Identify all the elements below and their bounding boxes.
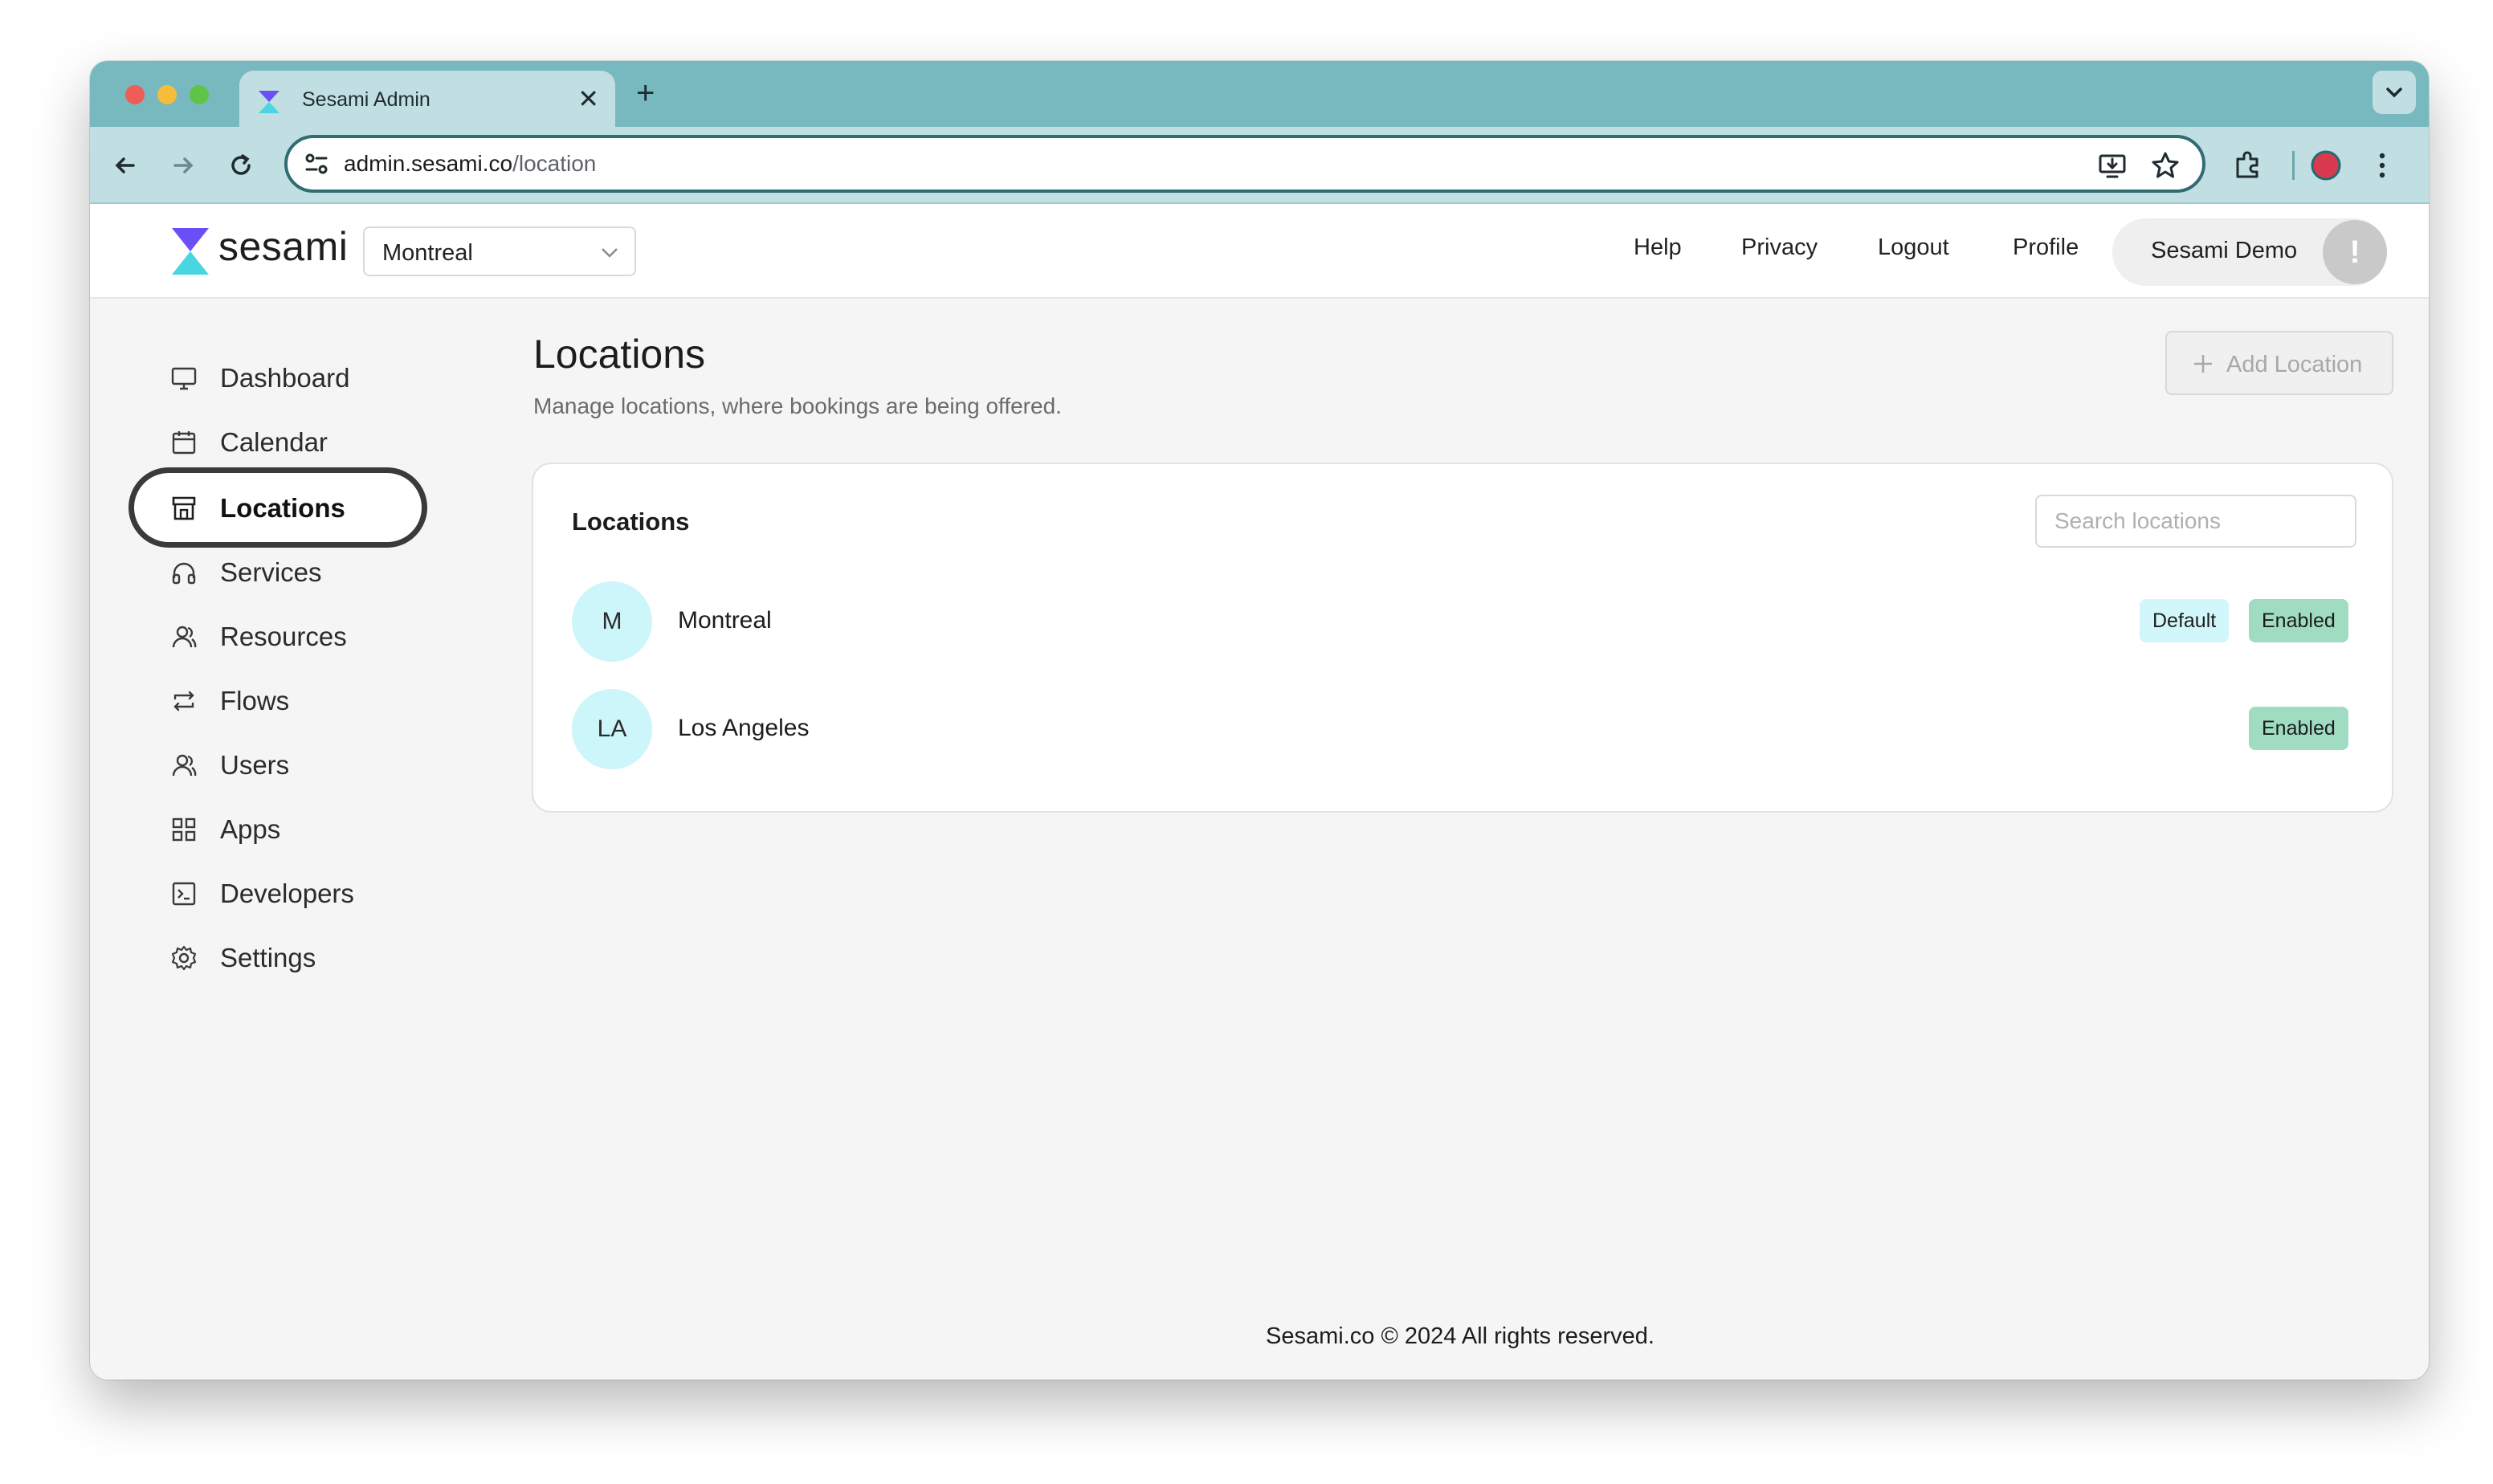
page-title: Locations <box>533 332 706 377</box>
locations-card: Locations M Montreal Default Enabled LA … <box>532 463 2393 813</box>
location-selector[interactable]: Montreal <box>363 226 636 276</box>
app-header: sesami Montreal Help Privacy Logout Prof… <box>90 204 2429 299</box>
location-name[interactable]: Montreal <box>678 607 772 634</box>
browser-menu-icon[interactable] <box>2364 148 2400 183</box>
search-input[interactable] <box>2035 495 2356 548</box>
sidebar-item-label: Developers <box>220 879 354 908</box>
sidebar-item-label: Settings <box>220 943 316 972</box>
card-title: Locations <box>572 508 690 536</box>
forward-arrow-icon[interactable] <box>167 149 199 181</box>
profile-link[interactable]: Profile <box>2013 234 2079 261</box>
chevron-down-icon <box>2386 88 2402 98</box>
repeat-icon <box>173 691 194 711</box>
site-info-icon[interactable] <box>300 148 333 180</box>
bookmark-star-icon[interactable] <box>2149 149 2181 181</box>
user-menu[interactable]: Sesami Demo ! <box>2112 218 2387 286</box>
gear-icon <box>171 945 197 971</box>
sidebar-item-services[interactable]: Services <box>170 548 443 596</box>
profile-avatar-icon[interactable] <box>2308 148 2344 183</box>
browser-toolbar: admin.sesami.co/location <box>90 127 2429 204</box>
address-bar[interactable]: admin.sesami.co/location <box>284 135 2205 193</box>
help-link[interactable]: Help <box>1634 234 1682 261</box>
install-app-icon[interactable] <box>2096 149 2128 181</box>
back-arrow-icon[interactable] <box>109 149 141 181</box>
logout-link[interactable]: Logout <box>1878 234 1949 261</box>
enabled-badge: Enabled <box>2249 599 2348 642</box>
tab-close-icon[interactable]: ✕ <box>577 84 599 114</box>
sidebar-item-resources[interactable]: Resources <box>170 612 443 660</box>
close-window-button[interactable] <box>125 85 145 104</box>
chevron-down-icon <box>602 248 618 258</box>
add-location-button[interactable]: Add Location <box>2165 331 2393 395</box>
add-location-label: Add Location <box>2226 352 2363 377</box>
browser-tab-bar: Sesami Admin ✕ + <box>90 61 2429 127</box>
person-icon <box>172 626 197 648</box>
toolbar-separator <box>2292 151 2295 180</box>
sidebar-item-locations[interactable]: Locations <box>170 483 443 532</box>
headphones-icon <box>172 562 196 585</box>
plus-icon <box>2194 355 2212 373</box>
location-avatar: LA <box>572 689 652 769</box>
privacy-link[interactable]: Privacy <box>1741 234 1818 261</box>
monitor-icon <box>171 367 197 390</box>
page-subtitle: Manage locations, where bookings are bei… <box>533 393 1062 418</box>
tab-title: Sesami Admin <box>302 88 430 111</box>
sidebar-item-label: Dashboard <box>220 363 350 393</box>
user-name: Sesami Demo <box>2151 238 2298 263</box>
location-selector-value: Montreal <box>382 240 473 266</box>
sesami-favicon-icon <box>259 91 279 113</box>
sidebar-item-apps[interactable]: Apps <box>170 805 443 853</box>
sidebar-item-dashboard[interactable]: Dashboard <box>170 353 443 402</box>
sidebar-item-label: Locations <box>220 493 345 523</box>
default-badge: Default <box>2140 599 2230 642</box>
sidebar-item-label: Calendar <box>220 427 328 457</box>
store-icon <box>172 496 196 520</box>
tab-search-button[interactable] <box>2373 71 2416 114</box>
location-row-montreal[interactable]: M Montreal Default Enabled <box>572 581 2356 662</box>
sidebar-item-developers[interactable]: Developers <box>170 869 443 917</box>
terminal-icon <box>172 882 196 906</box>
calendar-icon <box>172 431 196 455</box>
location-name[interactable]: Los Angeles <box>678 715 809 742</box>
minimize-window-button[interactable] <box>157 85 177 104</box>
sidebar-item-label: Flows <box>220 686 290 716</box>
enabled-badge: Enabled <box>2249 707 2348 750</box>
footer-copyright: Sesami.co © 2024 All rights reserved. <box>1266 1323 1655 1349</box>
new-tab-icon[interactable]: + <box>636 75 655 111</box>
sidebar-item-users[interactable]: Users <box>170 740 443 789</box>
location-row-los-angeles[interactable]: LA Los Angeles Enabled <box>572 689 2356 769</box>
url-text[interactable]: admin.sesami.co/location <box>344 151 596 177</box>
grid-icon <box>172 817 196 842</box>
sidebar-item-settings[interactable]: Settings <box>170 933 443 981</box>
maximize-window-button[interactable] <box>190 85 209 104</box>
extensions-puzzle-icon[interactable] <box>2231 148 2267 183</box>
sidebar-item-label: Users <box>220 750 290 780</box>
reload-icon[interactable] <box>225 149 257 181</box>
user-avatar: ! <box>2323 220 2387 284</box>
sidebar-item-label: Services <box>220 557 322 587</box>
browser-window: Sesami Admin ✕ + admin.sesami.co/locatio… <box>90 61 2429 1380</box>
sidebar-item-label: Apps <box>220 814 281 844</box>
sidebar-item-label: Resources <box>220 622 347 651</box>
sidebar-item-calendar[interactable]: Calendar <box>170 418 443 466</box>
sidebar-item-flows[interactable]: Flows <box>170 676 443 724</box>
logo-text[interactable]: sesami <box>218 223 348 270</box>
person-icon <box>172 754 197 777</box>
browser-tab[interactable]: Sesami Admin ✕ <box>239 71 615 127</box>
location-avatar: M <box>572 581 652 662</box>
sesami-logo-icon[interactable] <box>170 226 210 276</box>
